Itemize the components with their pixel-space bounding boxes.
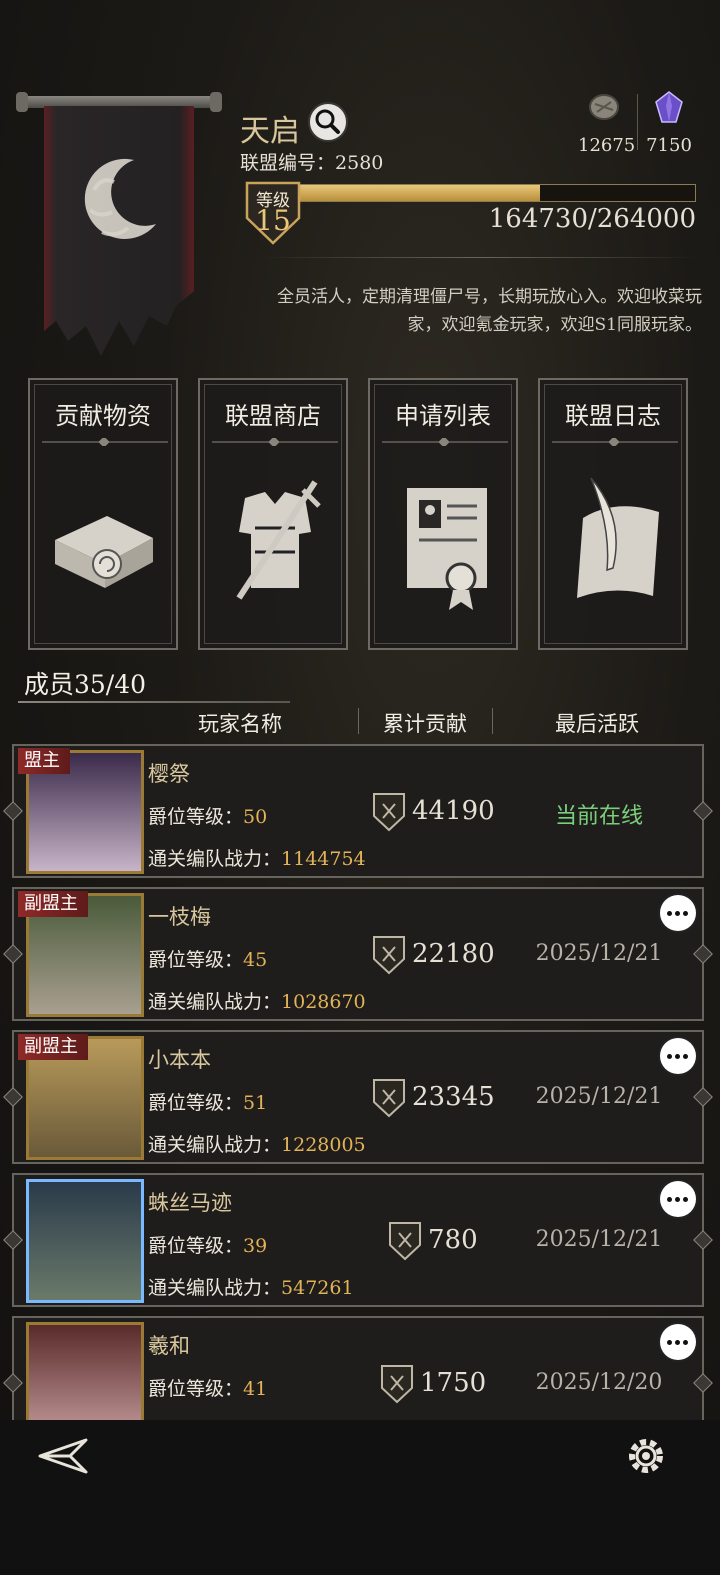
rank-level: 爵位等级：50: [148, 806, 268, 828]
stone-coin-icon: [589, 94, 619, 120]
gear-icon[interactable]: [622, 1432, 670, 1480]
member-name: 蛛丝马迹: [148, 1191, 232, 1215]
member-name: 一枝梅: [148, 905, 211, 929]
alliance-log-button[interactable]: 联盟日志: [538, 378, 688, 650]
member-count: 成员35/40: [24, 670, 147, 699]
member-name: 樱祭: [148, 762, 190, 786]
contribution-icon: [373, 936, 405, 975]
scroll-bundle-icon: [55, 516, 153, 588]
member-name: 小本本: [148, 1048, 211, 1072]
contribution-value: 44190: [412, 796, 495, 826]
role-badge: 盟主: [18, 748, 70, 774]
contribution-value: 22180: [412, 939, 495, 969]
last-active: 当前在线: [554, 804, 643, 829]
contribution-icon: [373, 793, 405, 832]
column-header-last-active[interactable]: 最后活跃: [512, 708, 682, 738]
contribution-value: 23345: [412, 1082, 495, 1112]
back-arrow-icon[interactable]: [36, 1434, 92, 1478]
more-options-button[interactable]: [660, 895, 696, 931]
team-power: 通关编队战力：547261: [148, 1277, 354, 1299]
donate-supplies-button[interactable]: 贡献物资: [28, 378, 178, 650]
certificate-icon: [407, 488, 487, 610]
member-name: 羲和: [148, 1334, 190, 1358]
rank-level: 爵位等级：45: [148, 949, 268, 971]
role-badge: 副盟主: [18, 1034, 88, 1060]
team-power: 通关编队战力：1144754: [148, 848, 366, 870]
rank-level: 爵位等级：51: [148, 1092, 268, 1114]
resource-crystal: 7150: [646, 90, 692, 156]
quill-paper-icon: [577, 477, 659, 598]
purple-crystal-icon: [655, 91, 683, 123]
application-list-button[interactable]: 申请列表: [368, 378, 518, 650]
member-row[interactable]: 盟主 樱祭 爵位等级：50 通关编队战力：1144754 44190 当前在线: [3, 744, 713, 878]
column-header-name[interactable]: 玩家名称: [170, 708, 310, 738]
last-active: 2025/12/21: [535, 1084, 663, 1109]
last-active: 2025/12/21: [535, 941, 663, 966]
column-divider: [492, 708, 493, 734]
team-power: 通关编队战力：1028670: [148, 991, 366, 1013]
column-divider: [358, 708, 359, 734]
contribution-value: 780: [428, 1225, 478, 1255]
alliance-shop-button[interactable]: 联盟商店: [198, 378, 348, 650]
ornament-divider: [382, 438, 508, 446]
contribution-icon: [389, 1222, 421, 1261]
divider: [18, 701, 290, 703]
ornament-divider: [212, 438, 338, 446]
member-row[interactable]: 副盟主 小本本 爵位等级：51 通关编队战力：1228005 23345 202…: [3, 1030, 713, 1164]
more-options-button[interactable]: [660, 1038, 696, 1074]
divider: [260, 257, 700, 258]
ornament-divider: [552, 438, 678, 446]
moon-emblem-icon: [84, 158, 156, 239]
last-active: 2025/12/21: [535, 1227, 663, 1252]
xp-text: 164730/264000: [488, 204, 696, 234]
more-options-button[interactable]: [660, 1324, 696, 1360]
rank-level: 爵位等级：41: [148, 1378, 268, 1400]
ornament-divider: [42, 438, 168, 446]
level-progress-bar: [282, 184, 696, 202]
rank-level: 爵位等级：39: [148, 1235, 268, 1257]
more-options-button[interactable]: [660, 1181, 696, 1217]
bottom-bar: [0, 1420, 720, 1575]
member-row[interactable]: 蛛丝马迹 爵位等级：39 通关编队战力：547261 780 2025/12/2…: [3, 1173, 713, 1307]
alliance-name: 天启: [240, 114, 300, 149]
last-active: 2025/12/20: [535, 1370, 663, 1395]
avatar[interactable]: [26, 1179, 144, 1303]
member-row[interactable]: 副盟主 一枝梅 爵位等级：45 通关编队战力：1028670 22180 202…: [3, 887, 713, 1021]
search-button[interactable]: [308, 102, 348, 142]
contribution-value: 1750: [420, 1368, 487, 1398]
alliance-description: 全员活人，定期清理僵尸号，长期玩放心入。欢迎收菜玩家，欢迎氪金玩家，欢迎S1同服…: [277, 287, 702, 335]
alliance-id: 联盟编号：2580: [240, 152, 384, 174]
contribution-icon: [373, 1079, 405, 1118]
resource-stone: 12675: [578, 90, 635, 156]
resource-divider: [637, 94, 638, 150]
armor-sword-icon: [236, 480, 321, 600]
role-badge: 副盟主: [18, 891, 88, 917]
contribution-icon: [381, 1365, 413, 1404]
team-power: 通关编队战力：1228005: [148, 1134, 366, 1156]
level-badge: 等级 15: [244, 180, 302, 246]
column-header-contribution[interactable]: 累计贡献: [360, 708, 490, 738]
search-icon: [315, 109, 340, 134]
